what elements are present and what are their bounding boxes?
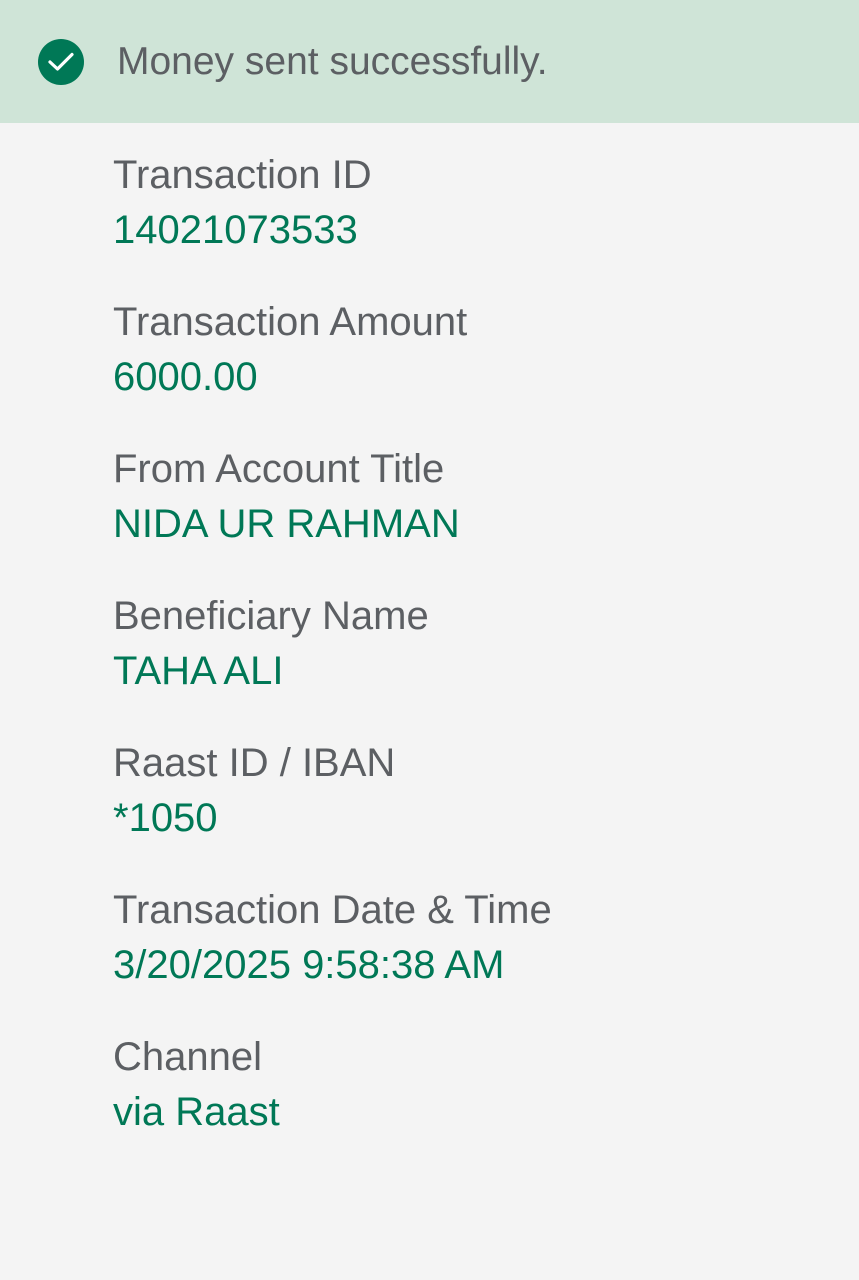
- detail-raast-id-iban: Raast ID / IBAN *1050: [113, 736, 833, 883]
- detail-label: Transaction Amount: [113, 300, 468, 344]
- detail-transaction-id: Transaction ID 14021073533: [113, 148, 833, 295]
- detail-value: TAHA ALI: [113, 649, 284, 693]
- detail-value: *1050: [113, 796, 218, 840]
- transaction-details: Transaction ID 14021073533 Transaction A…: [113, 148, 833, 1177]
- detail-transaction-date-time: Transaction Date & Time 3/20/2025 9:58:3…: [113, 883, 833, 1030]
- detail-value: via Raast: [113, 1090, 280, 1134]
- detail-label: Raast ID / IBAN: [113, 741, 396, 785]
- detail-value: NIDA UR RAHMAN: [113, 502, 460, 546]
- success-banner: Money sent successfully.: [0, 0, 859, 123]
- detail-label: Channel: [113, 1035, 263, 1079]
- check-circle-icon: [38, 39, 84, 85]
- detail-value: 14021073533: [113, 208, 358, 252]
- detail-value: 6000.00: [113, 355, 258, 399]
- detail-from-account-title: From Account Title NIDA UR RAHMAN: [113, 442, 833, 589]
- detail-beneficiary-name: Beneficiary Name TAHA ALI: [113, 589, 833, 736]
- detail-channel: Channel via Raast: [113, 1030, 833, 1177]
- detail-value: 3/20/2025 9:58:38 AM: [113, 943, 505, 987]
- success-message: Money sent successfully.: [117, 40, 548, 83]
- detail-label: Transaction Date & Time: [113, 888, 552, 932]
- detail-label: From Account Title: [113, 447, 445, 491]
- detail-label: Transaction ID: [113, 153, 372, 197]
- detail-transaction-amount: Transaction Amount 6000.00: [113, 295, 833, 442]
- detail-label: Beneficiary Name: [113, 594, 429, 638]
